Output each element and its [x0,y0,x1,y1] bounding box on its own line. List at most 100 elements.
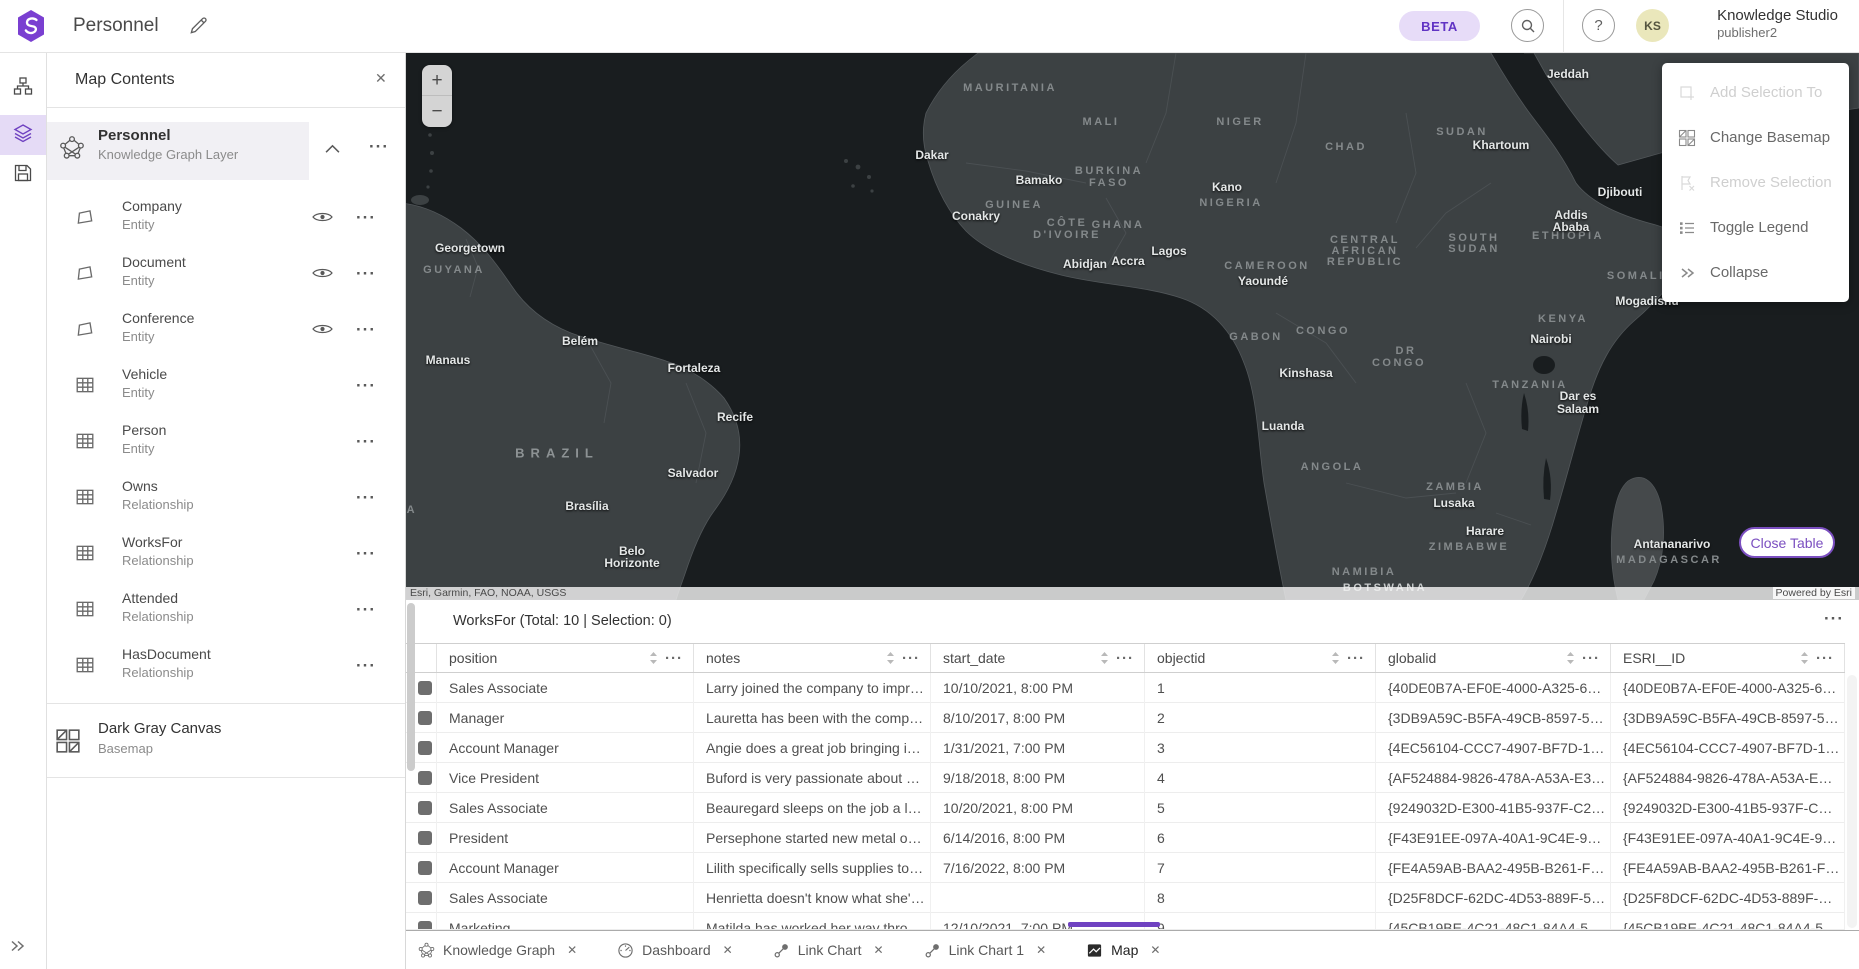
chevron-up-icon[interactable] [325,144,340,154]
tab-link-chart[interactable]: Link Chart ✕ [773,942,884,959]
row-checkbox[interactable] [418,711,432,725]
sort-icon[interactable] [649,651,658,665]
column-menu-button[interactable]: ··· [1116,650,1134,667]
cell-position: Account Manager [437,733,694,763]
layer-row-person[interactable]: Person Entity ··· [47,413,405,469]
tab-dashboard[interactable]: Dashboard ✕ [617,942,733,959]
menu-item-label: Collapse [1710,264,1768,281]
table-row[interactable]: Sales Associate Beauregard sleeps on the… [406,793,1845,823]
visibility-eye-icon[interactable] [312,322,333,336]
row-checkbox[interactable] [418,891,432,905]
rail-collapse-button[interactable] [8,937,38,961]
layer-menu-button[interactable]: ··· [356,321,376,338]
tab-knowledge-graph[interactable]: Knowledge Graph ✕ [418,942,577,959]
tab-close-icon[interactable]: ✕ [1150,943,1160,957]
tab-close-icon[interactable]: ✕ [874,943,884,957]
cell-esri_id: {D25F8DCF-62DC-4D53-889F-51… [1611,883,1845,913]
layer-menu-button[interactable]: ··· [356,545,376,562]
layer-menu-button[interactable]: ··· [356,265,376,282]
table-row[interactable]: Manager Lauretta has been with the comp…… [406,703,1845,733]
column-menu-button[interactable]: ··· [665,650,683,667]
layer-menu-button[interactable]: ··· [356,433,376,450]
layer-menu-button[interactable]: ··· [356,489,376,506]
column-menu-button[interactable]: ··· [1582,650,1600,667]
tab-close-icon[interactable]: ✕ [567,943,577,957]
layer-row-hasdocument[interactable]: HasDocument Relationship ··· [47,637,405,693]
layer-menu-button[interactable]: ··· [356,657,376,674]
row-checkbox[interactable] [418,771,432,785]
table-vertical-scrollbar[interactable] [1847,675,1857,928]
layer-type: Entity [122,329,155,344]
rail-item-layers[interactable] [0,115,46,155]
app-logo-icon[interactable] [16,9,46,43]
column-menu-button[interactable]: ··· [1347,650,1365,667]
layer-list: Company Entity ··· Document Entity ··· C… [47,189,405,693]
menu-item-change-basemap[interactable]: Change Basemap [1662,115,1849,160]
sort-icon[interactable] [1566,651,1575,665]
layer-name: HasDocument [122,646,211,662]
rail-item-sitemap[interactable] [0,68,46,108]
help-button[interactable]: ? [1582,9,1615,42]
table-row[interactable]: Sales Associate Larry joined the company… [406,673,1845,703]
layer-row-conference[interactable]: Conference Entity ··· [47,301,405,357]
row-checkbox[interactable] [418,921,432,930]
layer-group-menu-button[interactable]: ··· [369,138,389,155]
table-row[interactable]: Sales Associate Henrietta doesn't know w… [406,883,1845,913]
tab-close-icon[interactable]: ✕ [723,943,733,957]
panel-close-icon[interactable]: ✕ [375,70,387,87]
layer-row-worksfor[interactable]: WorksFor Relationship ··· [47,525,405,581]
row-checkbox[interactable] [418,681,432,695]
search-button[interactable] [1511,9,1544,42]
menu-item-collapse[interactable]: Collapse [1662,250,1849,295]
tab-link-chart-1[interactable]: Link Chart 1 ✕ [924,942,1047,959]
layer-menu-button[interactable]: ··· [356,377,376,394]
close-table-button[interactable]: Close Table [1739,527,1835,558]
map-canvas[interactable]: MAURITANIAMALINIGERSUDANCHADBURKINAFASOG… [406,53,1859,600]
layer-row-owns[interactable]: Owns Relationship ··· [47,469,405,525]
sort-icon[interactable] [1100,651,1109,665]
row-checkbox[interactable] [418,741,432,755]
table-options-button[interactable]: ··· [1824,610,1844,627]
table-row[interactable]: Account Manager Angie does a great job b… [406,733,1845,763]
map-options-menu: Add Selection To Change Basemap Remove S… [1662,63,1849,302]
table-icon [75,655,95,675]
table-vertical-scroll-thumb[interactable] [407,603,415,771]
edit-title-icon[interactable] [188,16,208,36]
table-horizontal-scroll-thumb[interactable] [1068,922,1160,927]
zoom-in-button[interactable]: + [422,65,452,96]
sort-icon[interactable] [1800,651,1809,665]
map-zoom-control: + − [422,65,452,127]
cell-globalid: {40DE0B7A-EF0E-4000-A325-65… [1376,673,1611,703]
row-checkbox[interactable] [418,861,432,875]
layer-row-attended[interactable]: Attended Relationship ··· [47,581,405,637]
layer-menu-button[interactable]: ··· [356,209,376,226]
rail-item-save[interactable] [0,155,46,195]
layer-menu-button[interactable]: ··· [356,601,376,618]
zoom-out-button[interactable]: − [422,96,452,127]
sort-icon[interactable] [1331,651,1340,665]
row-checkbox[interactable] [418,831,432,845]
layer-type: Entity [122,273,155,288]
page-title: Personnel [73,15,159,37]
tab-close-icon[interactable]: ✕ [1036,943,1046,957]
layer-row-document[interactable]: Document Entity ··· [47,245,405,301]
visibility-eye-icon[interactable] [312,210,333,224]
menu-item-toggle-legend[interactable]: Toggle Legend [1662,205,1849,250]
column-menu-button[interactable]: ··· [902,650,920,667]
avatar[interactable]: KS [1636,9,1669,42]
table-row[interactable]: President Persephone started new metal o… [406,823,1845,853]
layer-row-vehicle[interactable]: Vehicle Entity ··· [47,357,405,413]
visibility-eye-icon[interactable] [312,266,333,280]
table-row[interactable]: Account Manager Lilith specifically sell… [406,853,1845,883]
sort-icon[interactable] [886,651,895,665]
cell-start_date: 9/18/2018, 8:00 PM [931,763,1145,793]
cell-objectid: 7 [1145,853,1376,883]
tab-map[interactable]: Map ✕ [1086,942,1160,959]
column-menu-button[interactable]: ··· [1816,650,1834,667]
basemap-row[interactable]: Dark Gray Canvas Basemap [47,704,405,777]
layer-row-company[interactable]: Company Entity ··· [47,189,405,245]
cell-objectid: 1 [1145,673,1376,703]
row-checkbox[interactable] [418,801,432,815]
cell-position: Sales Associate [437,883,694,913]
table-row[interactable]: Vice President Buford is very passionate… [406,763,1845,793]
